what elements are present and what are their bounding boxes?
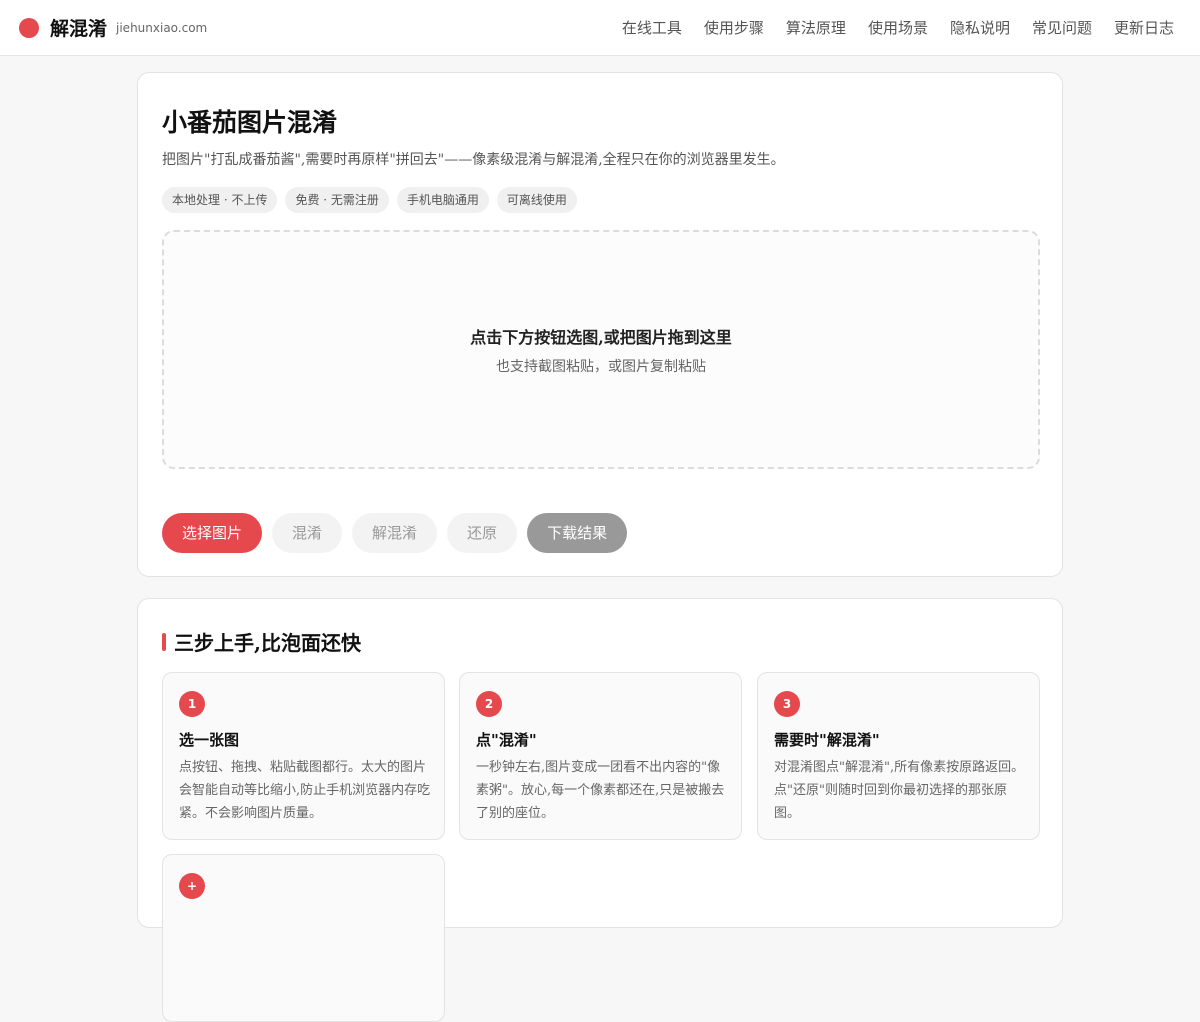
dropzone-title: 点击下方按钮选图,或把图片拖到这里 — [470, 328, 732, 347]
logo-icon — [19, 17, 39, 38]
brand[interactable]: 解混淆 jiehunxiao.com — [19, 14, 207, 41]
nav-faq[interactable]: 常见问题 — [1032, 17, 1092, 38]
download-button[interactable]: 下载结果 — [527, 513, 628, 553]
steps-heading: 三步上手,比泡面还快 — [162, 627, 361, 656]
top-header: 解混淆 jiehunxiao.com 在线工具 使用步骤 算法原理 使用场景 隐… — [0, 0, 1200, 56]
brand-domain: jiehunxiao.com — [116, 20, 208, 35]
deobfuscate-button[interactable]: 解混淆 — [352, 513, 438, 553]
step-card-2: 2 点"混淆" 一秒钟左右,图片变成一团看不出内容的"像素粥"。放心,每一个像素… — [459, 672, 742, 840]
steps-card: 三步上手,比泡面还快 1 选一张图 点按钮、拖拽、粘贴截图都行。太大的图片会智能… — [137, 598, 1063, 1022]
step-description: 点按钮、拖拽、粘贴截图都行。太大的图片会智能自动等比缩小,防止手机浏览器内存吃紧… — [179, 760, 431, 821]
steps-title: 三步上手,比泡面还快 — [174, 631, 361, 655]
step-title: 选一张图 — [179, 731, 240, 749]
brand-name: 解混淆 — [50, 18, 108, 40]
heading-accent-bar — [162, 632, 166, 651]
dropzone-subtitle: 也支持截图粘贴，或图片复制粘贴 — [496, 359, 706, 375]
step-card-3: 3 需要时"解混淆" 对混淆图点"解混淆",所有像素按原路返回。点"还原"则随时… — [757, 672, 1040, 840]
page-subtitle: 把图片"打乱成番茄酱",需要时再原样"拼回去"——像素级混淆与解混淆,全程只在你… — [162, 152, 785, 168]
tool-card: 小番茄图片混淆 把图片"打乱成番茄酱",需要时再原样"拼回去"——像素级混淆与解… — [137, 72, 1063, 577]
step-title: 需要时"解混淆" — [774, 731, 880, 749]
tag-cross-device: 手机电脑通用 — [396, 187, 489, 213]
page-title: 小番茄图片混淆 — [162, 108, 338, 137]
nav-online-tools[interactable]: 在线工具 — [622, 17, 682, 38]
step-card-1: 1 选一张图 点按钮、拖拽、粘贴截图都行。太大的图片会智能自动等比缩小,防止手机… — [162, 672, 445, 840]
image-dropzone[interactable]: 点击下方按钮选图,或把图片拖到这里 也支持截图粘贴，或图片复制粘贴 — [162, 230, 1040, 469]
tag-free: 免费 · 无需注册 — [285, 187, 389, 213]
step-description: 对混淆图点"解混淆",所有像素按原路返回。点"还原"则随时回到你最初选择的那张原… — [774, 760, 1025, 821]
restore-button[interactable]: 还原 — [447, 513, 518, 553]
main-nav: 在线工具 使用步骤 算法原理 使用场景 隐私说明 常见问题 更新日志 — [600, 17, 1174, 38]
step-number-badge: 2 — [476, 691, 502, 717]
nav-privacy[interactable]: 隐私说明 — [950, 17, 1010, 38]
step-number-badge: 1 — [179, 691, 205, 717]
nav-algorithm[interactable]: 算法原理 — [786, 17, 846, 38]
nav-use-cases[interactable]: 使用场景 — [868, 17, 928, 38]
obfuscate-button[interactable]: 混淆 — [272, 513, 343, 553]
feature-tags: 本地处理 · 不上传 免费 · 无需注册 手机电脑通用 可离线使用 — [162, 187, 585, 213]
step-title: 点"混淆" — [476, 731, 537, 749]
action-buttons: 选择图片 混淆 解混淆 还原 下载结果 — [162, 513, 637, 553]
select-image-button[interactable]: 选择图片 — [162, 513, 263, 553]
nav-steps[interactable]: 使用步骤 — [704, 17, 764, 38]
step-number-badge: + — [179, 873, 205, 899]
tag-local: 本地处理 · 不上传 — [162, 187, 278, 213]
step-description: 一秒钟左右,图片变成一团看不出内容的"像素粥"。放心,每一个像素都还在,只是被搬… — [476, 760, 725, 821]
tag-offline: 可离线使用 — [496, 187, 577, 213]
nav-changelog[interactable]: 更新日志 — [1114, 17, 1174, 38]
step-card-extra: + — [162, 854, 445, 1022]
step-number-badge: 3 — [774, 691, 800, 717]
